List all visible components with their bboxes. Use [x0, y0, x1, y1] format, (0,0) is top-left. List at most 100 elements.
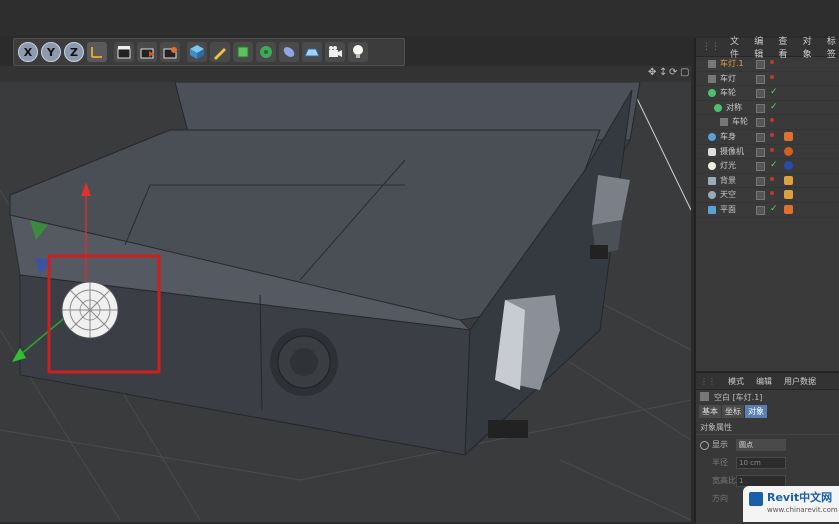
- menu-mode[interactable]: 模式: [728, 376, 744, 387]
- 3d-viewport[interactable]: [0, 82, 691, 522]
- camera-button[interactable]: [325, 42, 345, 62]
- display-label: 显示: [712, 440, 728, 449]
- enabled-check-icon[interactable]: ✓: [770, 203, 778, 217]
- enabled-check-icon[interactable]: ✓: [770, 101, 778, 115]
- object-name: 车灯.1: [720, 59, 744, 68]
- object-name: 摄像机: [720, 146, 744, 156]
- main-toolbar: X Y Z: [13, 38, 405, 66]
- watermark-brand: Revit中文网: [767, 491, 833, 504]
- deformer-button[interactable]: [279, 42, 299, 62]
- tab-object[interactable]: 对象: [745, 405, 767, 418]
- object-row[interactable]: 车灯: [696, 72, 839, 87]
- attributes-menu: ⋮⋮ 模式 编辑 用户数据: [696, 373, 839, 390]
- x-axis-lock-button[interactable]: X: [18, 42, 38, 62]
- visibility-toggle[interactable]: [756, 118, 765, 128]
- visibility-toggle[interactable]: [756, 74, 765, 84]
- pen-tool-button[interactable]: [210, 42, 230, 62]
- render-dot[interactable]: [770, 176, 774, 181]
- symmetry-object-icon: [714, 103, 722, 112]
- object-name: 对称: [726, 102, 742, 112]
- camera-object-icon: [708, 147, 716, 156]
- tag-icon[interactable]: [784, 131, 793, 141]
- viewport-header: ✥ ↕ ⟳ ▢: [0, 66, 691, 83]
- tab-coord[interactable]: 坐标: [722, 405, 744, 418]
- coordinate-system-button[interactable]: [87, 42, 107, 62]
- cube-button[interactable]: [187, 42, 207, 62]
- protection-tag-icon[interactable]: [784, 146, 793, 156]
- enabled-check-icon[interactable]: ✓: [770, 86, 778, 100]
- capsule-deformer-icon: [283, 47, 295, 57]
- visibility-toggle[interactable]: [756, 176, 765, 186]
- enabled-check-icon[interactable]: ✓: [770, 159, 778, 173]
- object-row[interactable]: 车轮 ✓: [696, 86, 839, 101]
- display-select[interactable]: 圆点: [736, 439, 786, 451]
- visibility-toggle[interactable]: [756, 147, 765, 157]
- y-axis-lock-button[interactable]: Y: [41, 42, 61, 62]
- target-tag-icon[interactable]: [784, 161, 793, 171]
- object-row[interactable]: 车轮: [696, 115, 839, 130]
- object-row[interactable]: 摄像机: [696, 145, 839, 160]
- display-radio-icon[interactable]: [700, 441, 709, 450]
- render-view-button[interactable]: [114, 42, 134, 62]
- render-dot[interactable]: [770, 191, 774, 196]
- visibility-toggle[interactable]: [756, 162, 765, 172]
- object-row[interactable]: 灯光 ✓: [696, 159, 839, 174]
- rotate-view-icon[interactable]: ⟳: [669, 67, 679, 79]
- logo-icon: [749, 492, 763, 506]
- section-title: 对象属性: [696, 419, 839, 435]
- menu-user-data[interactable]: 用户数据: [784, 376, 816, 387]
- zoom-view-icon[interactable]: ↕: [659, 67, 669, 79]
- compositing-tag-icon[interactable]: [784, 190, 793, 200]
- object-title: 空白 [车灯.1]: [714, 393, 763, 402]
- grip-icon: ⋮⋮: [702, 42, 720, 52]
- null-object-icon: [708, 74, 716, 83]
- null-object-icon: [708, 60, 716, 68]
- watermark: Revit中文网 www.chinarevit.com: [743, 486, 839, 522]
- background-object-icon: [708, 176, 716, 185]
- object-name: 灯光: [720, 161, 736, 171]
- menu-edit[interactable]: 编辑: [756, 376, 772, 387]
- light-button[interactable]: [348, 42, 368, 62]
- object-row[interactable]: 天空: [696, 188, 839, 203]
- cloner-icon: [260, 46, 272, 58]
- radius-field[interactable]: 10 cm: [736, 457, 786, 469]
- render-settings-button[interactable]: [160, 42, 180, 62]
- move-view-icon[interactable]: ✥: [648, 67, 658, 79]
- cloner-button[interactable]: [256, 42, 276, 62]
- visibility-toggle[interactable]: [756, 103, 765, 113]
- render-dot[interactable]: [770, 132, 774, 137]
- render-dot[interactable]: [770, 60, 774, 64]
- object-row[interactable]: 车灯.1: [696, 57, 839, 72]
- tab-basic[interactable]: 基本: [699, 405, 721, 418]
- body-object-icon: [708, 132, 716, 141]
- object-row[interactable]: 车身: [696, 130, 839, 145]
- orientation-label: 方向: [712, 494, 728, 503]
- right-panel: ⋮⋮ 文件 编辑 查看 对象 标签 车灯.1 车灯 车轮 ✓ 对称 ✓ 车轮 车…: [694, 37, 839, 524]
- clapper-icon: [117, 46, 131, 59]
- plane-object-icon: [708, 205, 716, 214]
- visibility-toggle[interactable]: [756, 191, 765, 201]
- render-dot[interactable]: [770, 118, 774, 123]
- radius-label: 半径: [712, 458, 728, 467]
- compositing-tag-icon[interactable]: [784, 175, 793, 185]
- object-name: 天空: [720, 190, 736, 200]
- render-dot[interactable]: [770, 147, 774, 152]
- subdivision-button[interactable]: [233, 42, 253, 62]
- visibility-toggle[interactable]: [756, 205, 765, 215]
- object-name: 车轮: [720, 88, 736, 98]
- object-row[interactable]: 平面 ✓: [696, 203, 839, 218]
- visibility-toggle[interactable]: [756, 89, 765, 99]
- visibility-toggle[interactable]: [756, 132, 765, 142]
- floor-button[interactable]: [302, 42, 322, 62]
- null-object-icon: [700, 392, 709, 401]
- toggle-view-icon[interactable]: ▢: [680, 67, 690, 79]
- object-name: 车灯: [720, 73, 736, 83]
- tag-icon[interactable]: [784, 204, 793, 214]
- visibility-toggle[interactable]: [756, 60, 765, 69]
- object-row[interactable]: 对称 ✓: [696, 101, 839, 116]
- render-picture-viewer-button[interactable]: [137, 42, 157, 62]
- z-axis-lock-button[interactable]: Z: [64, 42, 84, 62]
- render-dot[interactable]: [770, 74, 774, 79]
- object-row[interactable]: 背景: [696, 174, 839, 189]
- watermark-url: www.chinarevit.com: [767, 506, 838, 514]
